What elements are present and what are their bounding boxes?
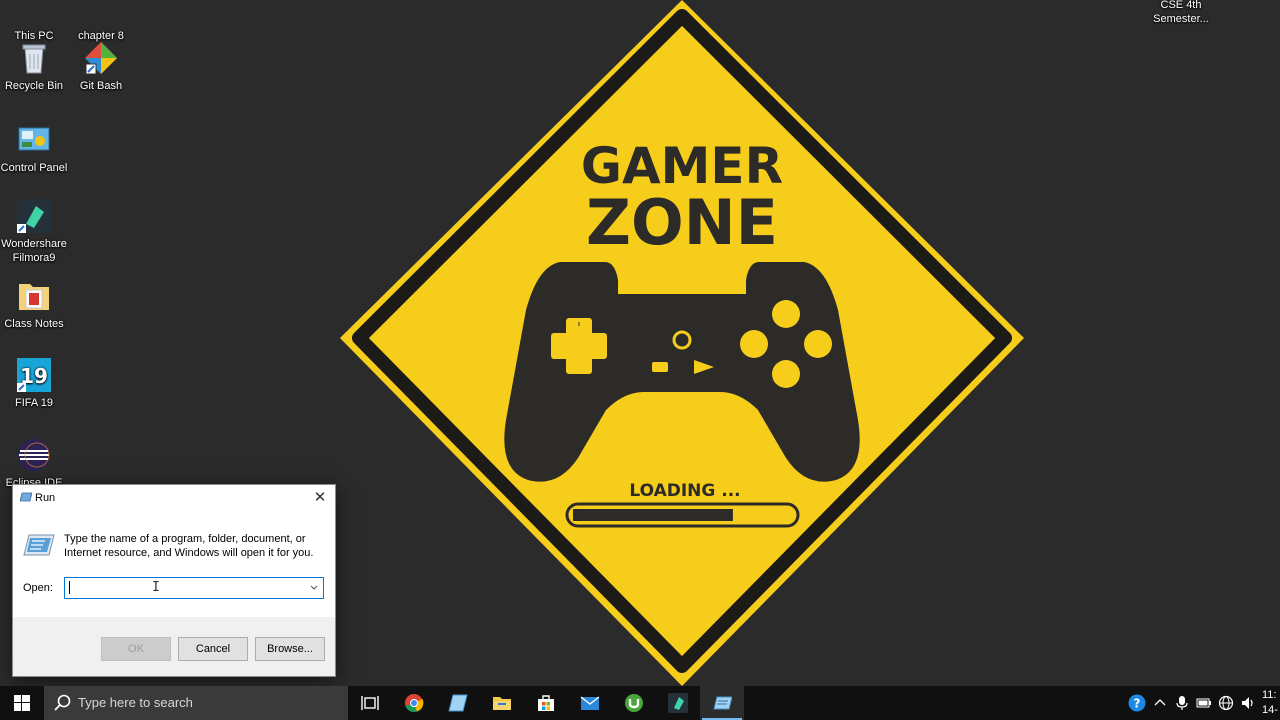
taskbar-run[interactable] [700, 686, 744, 720]
tray-microphone[interactable] [1172, 686, 1192, 720]
mail-icon [580, 696, 600, 710]
utorrent-icon [625, 694, 643, 712]
eclipse-icon [16, 437, 52, 473]
task-view-icon [361, 696, 379, 710]
desktop-icon-class-notes[interactable]: Class Notes [0, 278, 68, 331]
tray-show-hidden[interactable] [1150, 686, 1170, 720]
taskbar-filmora[interactable] [656, 686, 700, 720]
chrome-icon [405, 694, 424, 713]
open-label: Open: [23, 582, 53, 594]
globe-icon [1218, 695, 1234, 711]
search-icon [54, 694, 71, 711]
desktop-icon-git-bash[interactable]: Git Bash [67, 40, 135, 93]
store-icon [538, 695, 554, 711]
open-combobox[interactable]: I [64, 577, 324, 599]
folder-icon [83, 0, 119, 26]
desktop-icon-control-panel[interactable]: Control Panel [0, 122, 68, 175]
run-dialog: Run ✕ Type the name of a program, folder… [12, 484, 336, 677]
tray-volume[interactable] [1238, 686, 1258, 720]
tray-battery[interactable] [1194, 686, 1214, 720]
taskbar: Type here to search ? 11: 14- [0, 686, 1280, 720]
run-titlebar[interactable]: Run ✕ [13, 485, 335, 511]
taskbar-utorrent[interactable] [612, 686, 656, 720]
recycle-bin-icon [16, 40, 52, 76]
desktop-icon-chapter-8[interactable]: chapter 8 [67, 0, 135, 43]
taskbar-file-explorer[interactable] [480, 686, 524, 720]
tray-network[interactable] [1216, 686, 1236, 720]
control-panel-icon [16, 122, 52, 158]
svg-text:?: ? [1134, 697, 1141, 711]
search-placeholder: Type here to search [78, 695, 193, 710]
run-large-icon [23, 534, 55, 556]
taskbar-mail[interactable] [568, 686, 612, 720]
start-button[interactable] [0, 686, 44, 720]
run-dialog-title: Run [35, 492, 56, 504]
run-icon [20, 492, 32, 502]
desktop-icon-recycle-bin[interactable]: Recycle Bin [0, 40, 68, 93]
this-pc-icon [16, 0, 52, 26]
git-bash-icon [83, 40, 119, 76]
filmora-icon [668, 693, 688, 713]
close-button[interactable]: ✕ [305, 485, 335, 511]
clock-date: 14- [1262, 704, 1278, 716]
help-icon: ? [1128, 694, 1146, 712]
taskbar-chrome[interactable] [392, 686, 436, 720]
browse-button[interactable]: Browse... [255, 637, 325, 661]
loading-bar-fill [573, 509, 733, 521]
ok-button[interactable]: OK [101, 637, 171, 661]
taskbar-task-view[interactable] [348, 686, 392, 720]
run-icon [713, 696, 732, 710]
battery-icon [1196, 698, 1211, 708]
taskbar-search-box[interactable]: Type here to search [44, 686, 348, 720]
loading-text: LOADING ... [629, 481, 740, 501]
filmora-icon [16, 198, 52, 234]
close-icon: ✕ [313, 489, 327, 506]
volume-icon [1242, 697, 1253, 709]
fifa-icon: 19 [16, 357, 52, 393]
taskbar-store[interactable] [524, 686, 568, 720]
desktop-icon-cse-4th-semester[interactable]: CSE 4th Semester... [1146, 0, 1216, 26]
run-description: Type the name of a program, folder, docu… [64, 533, 314, 559]
ibeam-cursor-icon: I [152, 580, 160, 595]
taskbar-clock[interactable]: 11: 14- [1262, 688, 1280, 718]
open-input[interactable] [65, 579, 299, 597]
taskbar-notes-app[interactable] [436, 686, 480, 720]
desktop-icon-filmora[interactable]: Wondershare Filmora9 [0, 198, 68, 265]
clock-time: 11: [1262, 689, 1277, 701]
windows-logo-icon [14, 695, 30, 711]
tray-help[interactable]: ? [1126, 686, 1148, 720]
class-notes-icon [16, 278, 52, 314]
desktop-icon-fifa-19[interactable]: 19 FIFA 19 [0, 357, 68, 410]
desktop-icon-this-pc[interactable]: This PC [0, 0, 68, 43]
notes-app-icon [448, 694, 468, 712]
chevron-up-icon [1154, 699, 1166, 706]
text-caret [69, 581, 70, 594]
file-explorer-icon [493, 697, 511, 710]
chevron-down-icon[interactable] [307, 580, 321, 596]
microphone-icon [1176, 696, 1188, 710]
cancel-button[interactable]: Cancel [178, 637, 248, 661]
wallpaper-title-line2: ZONE [586, 186, 778, 259]
